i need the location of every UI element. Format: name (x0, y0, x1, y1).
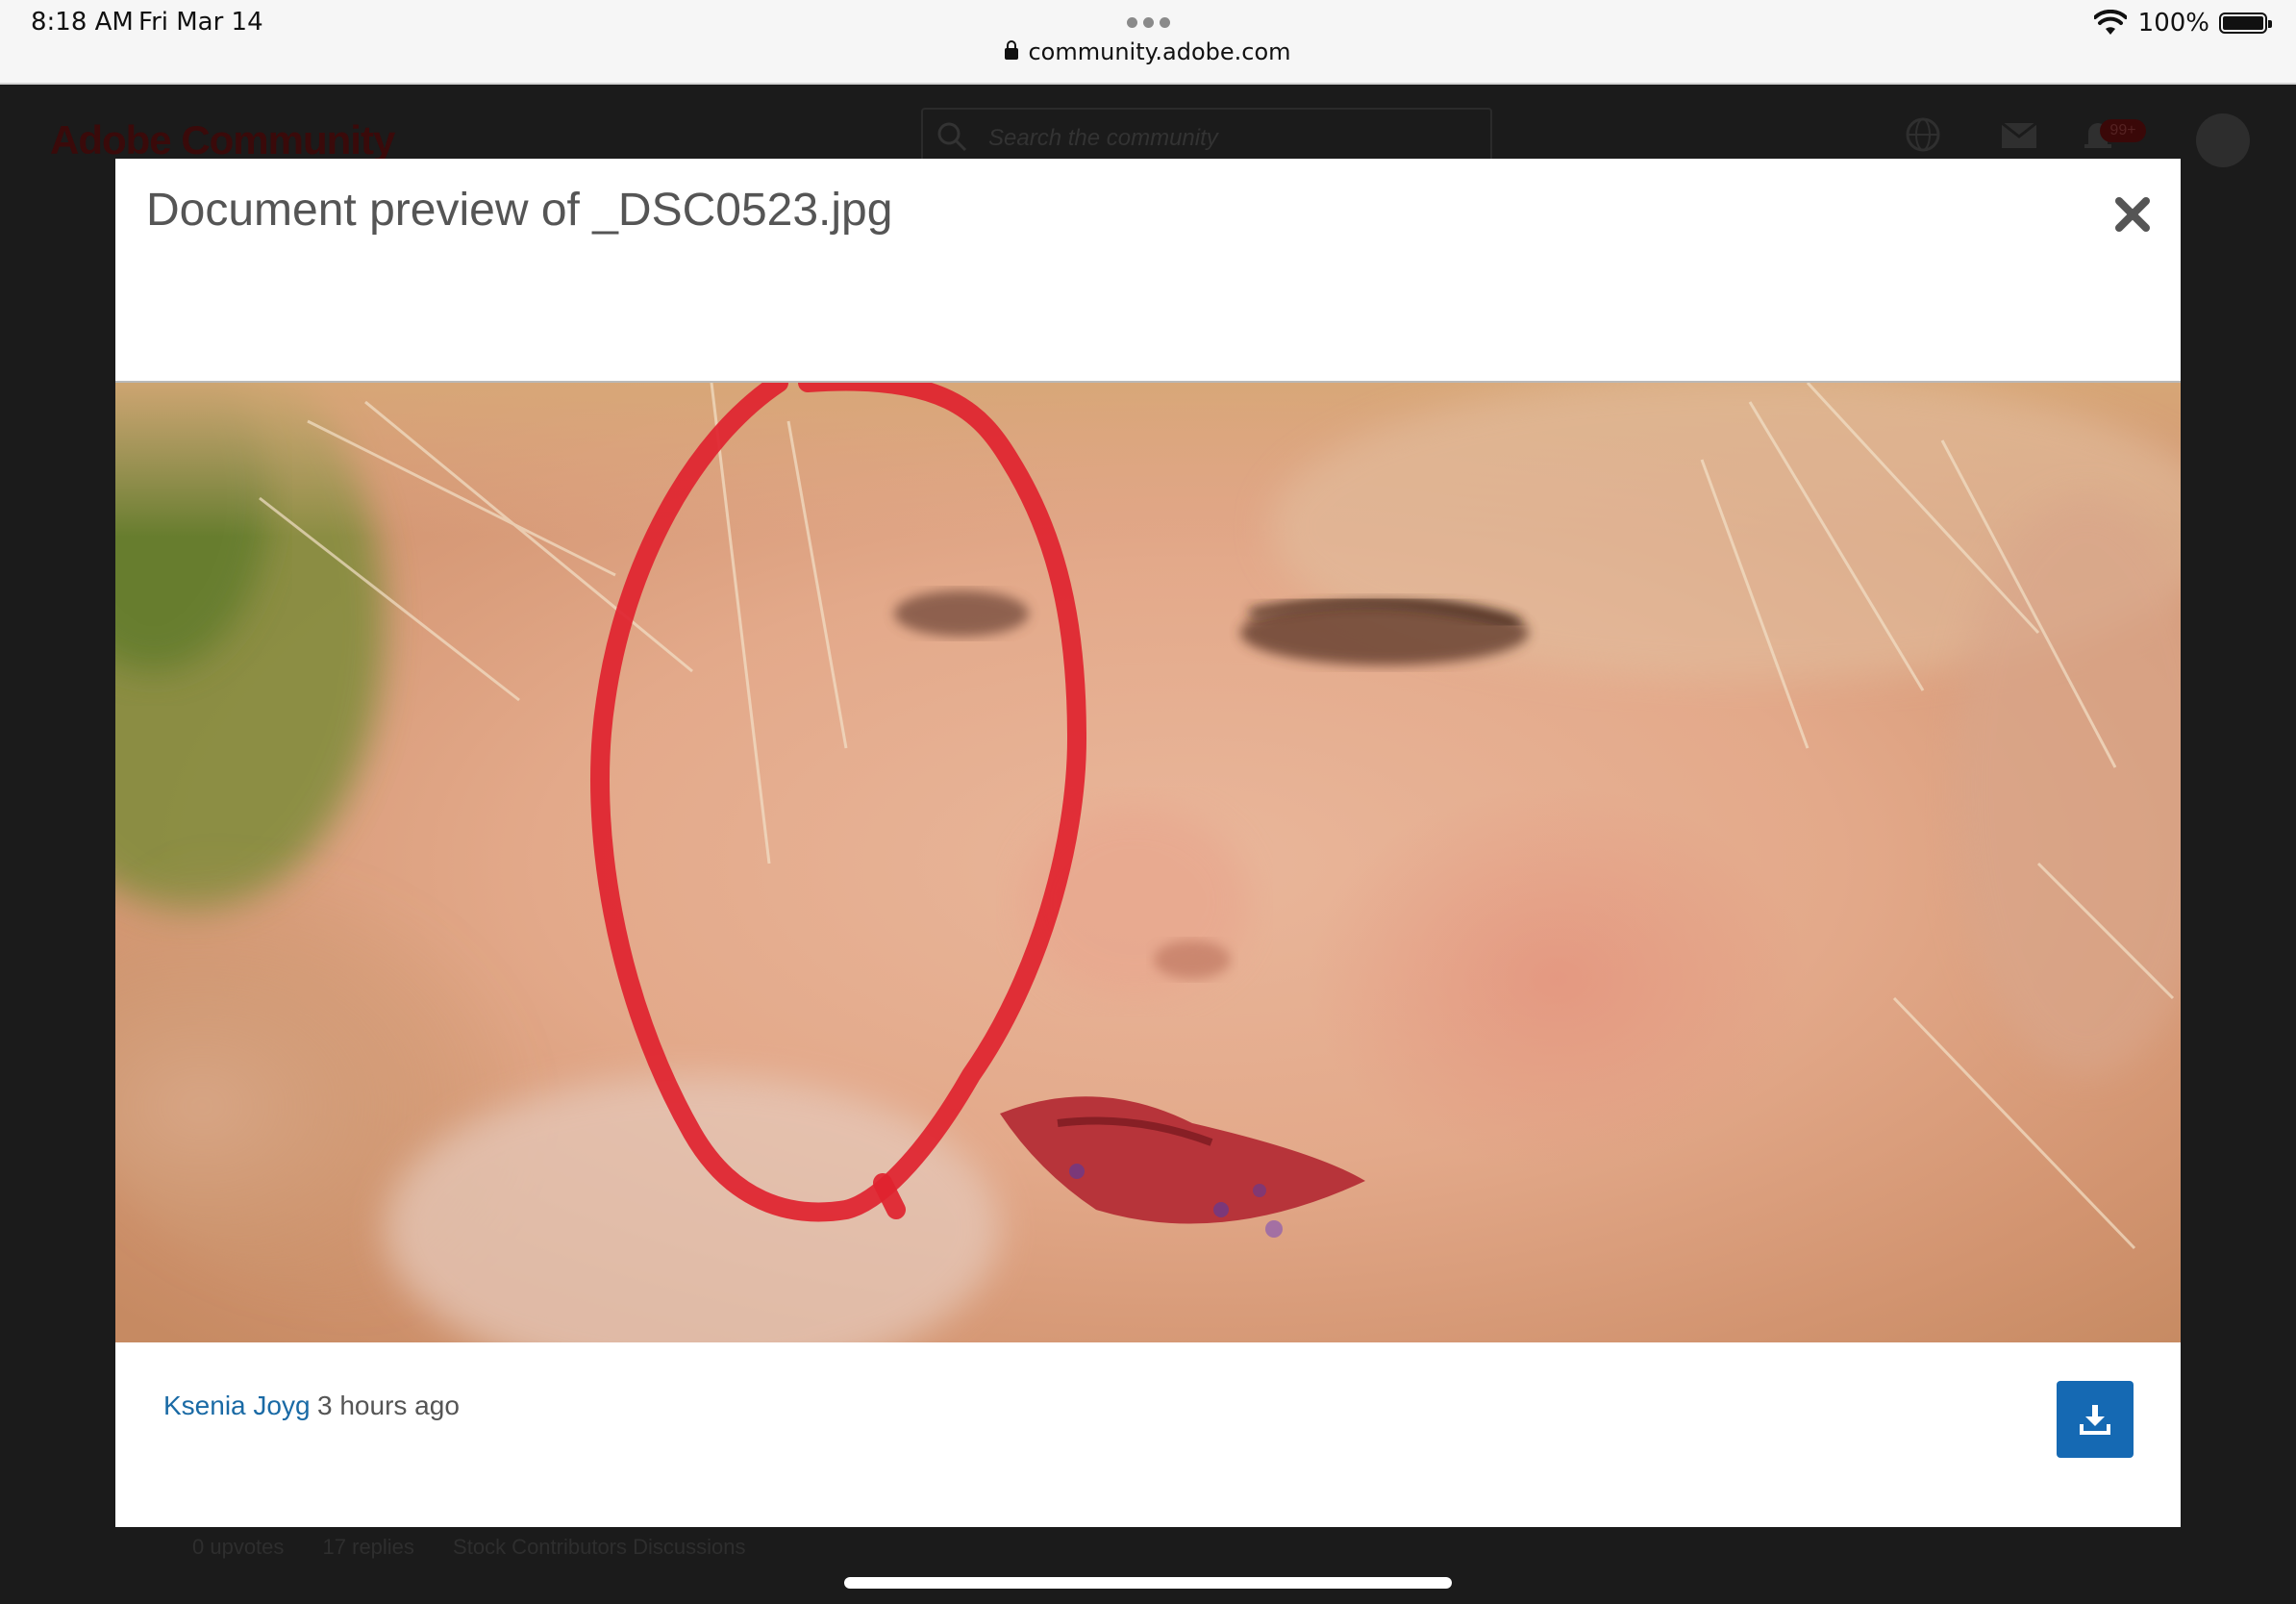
home-indicator[interactable] (844, 1577, 1452, 1589)
reply-count: 17 replies (322, 1535, 414, 1559)
status-date: Fri Mar 14 (138, 8, 263, 37)
notification-badge: 99+ (2100, 119, 2146, 142)
post-meta: 0 upvotes 17 replies Stock Contributors … (192, 1535, 779, 1560)
image-preview (115, 381, 2181, 1342)
search-placeholder: Search the community (988, 125, 1218, 151)
site-logo: Adobe Community (50, 117, 395, 163)
multitasking-dots-icon[interactable] (1127, 17, 1171, 29)
avatar (2196, 113, 2250, 167)
document-preview-modal: Document preview of _DSC0523.jpg Ksenia … (115, 159, 2181, 1527)
upvote-count: 0 upvotes (192, 1535, 285, 1559)
globe-icon (1906, 117, 1940, 152)
modal-title: Document preview of _DSC0523.jpg (146, 185, 893, 236)
battery-icon (2219, 13, 2272, 34)
address-bar[interactable]: community.adobe.com (0, 38, 2296, 65)
author-link[interactable]: Ksenia Joyg (163, 1391, 311, 1421)
search-icon (937, 122, 967, 152)
status-bar: 8:18 AM Fri Mar 14 community.adobe.com 1… (0, 0, 2296, 85)
category-link: Stock Contributors Discussions (453, 1535, 746, 1559)
search-input: Search the community (921, 108, 1492, 163)
battery-percent: 100% (2137, 9, 2209, 38)
lock-icon (1005, 40, 1019, 60)
upload-time: 3 hours ago (317, 1391, 460, 1420)
download-icon (2080, 1405, 2110, 1435)
modal-footer: Ksenia Joyg 3 hours ago (115, 1342, 2181, 1527)
address-url: community.adobe.com (1028, 38, 1291, 65)
preview-photo (115, 383, 2181, 1342)
mail-icon (2001, 121, 2037, 148)
wifi-icon (2093, 10, 2127, 35)
status-time: 8:18 AM (31, 8, 134, 37)
download-button[interactable] (2057, 1381, 2134, 1458)
status-indicators: 100% (2093, 6, 2272, 40)
close-icon[interactable] (2111, 193, 2154, 236)
